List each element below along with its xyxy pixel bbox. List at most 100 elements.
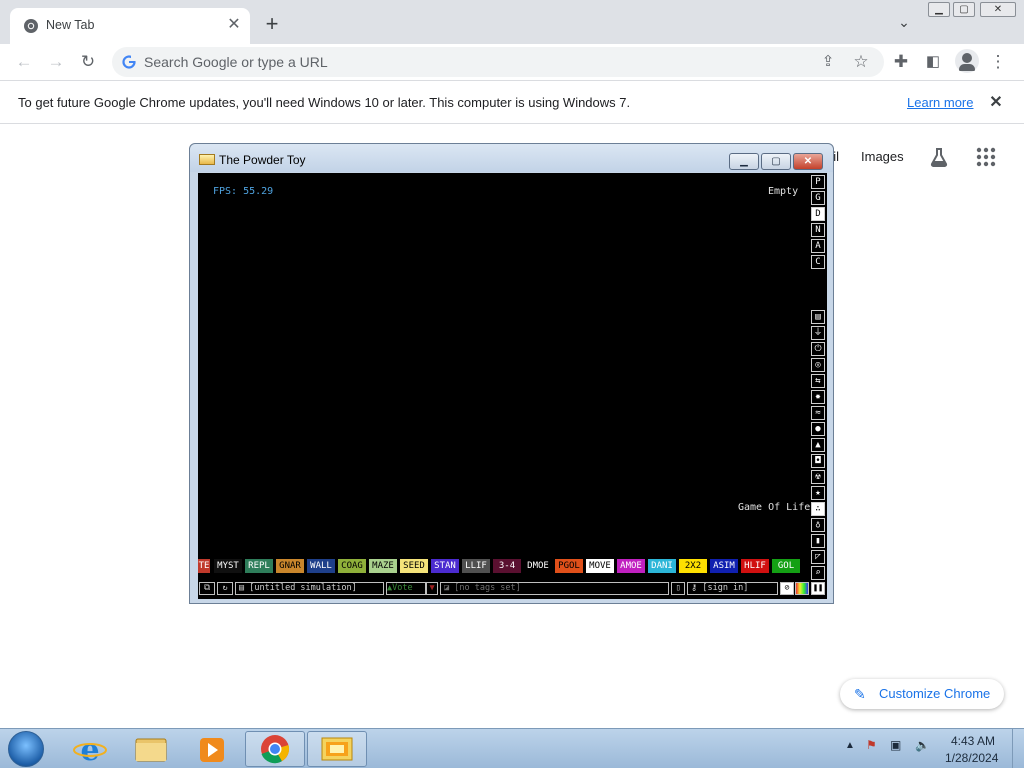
element-wall[interactable]: WALL — [307, 559, 335, 573]
element-hlif[interactable]: HLIF — [741, 559, 769, 573]
powder-toy-app-icon — [199, 154, 215, 165]
solid-icon[interactable]: ◘ — [811, 454, 825, 468]
clock-date[interactable]: 1/28/2024 — [945, 751, 998, 765]
learn-more-link[interactable]: Learn more — [907, 95, 973, 110]
powder-icon[interactable]: ▲ — [811, 438, 825, 452]
menu-kebab-icon[interactable]: ⋮ — [988, 52, 1008, 72]
forward-arrow-icon[interactable]: → — [46, 52, 66, 72]
pause-icon[interactable]: ❚❚ — [811, 582, 825, 595]
close-icon[interactable]: ✕ — [986, 92, 1006, 112]
liquid-icon[interactable]: ● — [811, 422, 825, 436]
explorer-icon[interactable] — [121, 731, 181, 767]
powder-toy-icon[interactable] — [307, 731, 367, 767]
powder-toy-titlebar[interactable]: The Powder Toy ▁ ▢ ✕ — [190, 144, 833, 172]
menu-letter-c[interactable]: C — [811, 255, 825, 269]
google-icon — [122, 55, 136, 69]
labs-flask-icon[interactable] — [928, 146, 950, 168]
element-te[interactable]: TE — [198, 559, 210, 573]
sign-in-button[interactable]: ⚷ [sign in] — [687, 582, 778, 595]
share-icon[interactable]: ⇪ — [818, 52, 838, 72]
element-gol[interactable]: GOL — [772, 559, 800, 573]
close-icon[interactable]: ✕ — [793, 153, 823, 170]
element-maze[interactable]: MAZE — [369, 559, 397, 573]
vote-up-button[interactable]: ▲Vote — [386, 582, 426, 595]
radioactive-icon[interactable]: ☢ — [811, 470, 825, 484]
address-bar[interactable]: Search Google or type a URL ⇪ ☆ — [112, 47, 884, 77]
customize-chrome-button[interactable]: ✎ Customize Chrome — [840, 679, 1004, 709]
chrome-icon[interactable] — [245, 731, 305, 767]
sensor-icon[interactable]: ◎ — [811, 358, 825, 372]
star-icon[interactable]: ☆ — [851, 52, 871, 72]
element-dmoe[interactable]: DMOE — [524, 559, 552, 573]
network-icon[interactable]: ▣ — [890, 738, 901, 752]
maximize-icon[interactable]: ▢ — [761, 153, 791, 170]
chevron-down-icon[interactable]: ⌄ — [894, 14, 914, 34]
clock-time[interactable]: 4:43 AM — [951, 734, 995, 748]
element-amoe[interactable]: AMOE — [617, 559, 645, 573]
settings-icon[interactable]: ⊘ — [780, 582, 794, 595]
menu-letter-n[interactable]: N — [811, 223, 825, 237]
show-desktop-button[interactable] — [1012, 729, 1024, 768]
action-center-icon[interactable]: ⚑ — [866, 738, 877, 752]
powder-toy-title: The Powder Toy — [219, 153, 306, 167]
display-mode-icon[interactable] — [795, 582, 809, 595]
reload-icon[interactable]: ↻ — [217, 582, 233, 595]
menu-letter-g[interactable]: G — [811, 191, 825, 205]
force-icon[interactable]: ⇆ — [811, 374, 825, 388]
vote-down-button[interactable]: ▼ — [426, 582, 438, 595]
element-coag[interactable]: COAG — [338, 559, 366, 573]
media-player-icon[interactable] — [182, 731, 242, 767]
volume-muted-icon[interactable]: 🔈 — [915, 738, 930, 752]
menu-letter-a[interactable]: A — [811, 239, 825, 253]
back-arrow-icon[interactable]: ← — [14, 52, 34, 72]
vote-label: Vote — [392, 583, 413, 593]
start-button[interactable] — [8, 731, 44, 767]
element-llif[interactable]: LLIF — [462, 559, 490, 573]
search-icon[interactable]: ⌕ — [811, 566, 825, 580]
minimize-icon[interactable]: ▁ — [729, 153, 759, 170]
special-icon[interactable]: ★ — [811, 486, 825, 500]
explosive-icon[interactable]: ✸ — [811, 390, 825, 404]
element-pgol[interactable]: PGOL — [555, 559, 583, 573]
close-icon[interactable]: ✕ — [224, 15, 244, 35]
decoration-icon[interactable]: ◸ — [811, 550, 825, 564]
element-gnar[interactable]: GNAR — [276, 559, 304, 573]
new-simulation-icon[interactable]: ▯ — [671, 582, 685, 595]
apps-grid-icon[interactable] — [975, 146, 997, 168]
profile-avatar[interactable] — [955, 49, 979, 73]
side-panel-icon[interactable]: ◧ — [923, 52, 943, 72]
element-3-4[interactable]: 3-4 — [493, 559, 521, 573]
wall-icon[interactable]: ▤ — [811, 310, 825, 324]
tags-button[interactable]: ◪ [no tags set] — [440, 582, 669, 595]
element-2x2[interactable]: 2X2 — [679, 559, 707, 573]
electronics-icon[interactable]: ⏚ — [811, 326, 825, 340]
element-move[interactable]: MOVE — [586, 559, 614, 573]
tools-icon[interactable]: ♁ — [811, 518, 825, 532]
element-myst[interactable]: MYST — [214, 559, 242, 573]
life-icon[interactable]: ∴ — [811, 502, 825, 516]
save-simulation-button[interactable]: ▤ [untitled simulation] — [235, 582, 384, 595]
tray-expand-icon[interactable]: ▲ — [845, 740, 855, 751]
element-stan[interactable]: STAN — [431, 559, 459, 573]
open-save-icon[interactable]: ⧉ — [199, 582, 215, 595]
images-link[interactable]: Images — [861, 149, 904, 164]
close-window-icon[interactable]: ✕ — [980, 2, 1016, 17]
favorites-icon[interactable]: ▮ — [811, 534, 825, 548]
element-dani[interactable]: DANI — [648, 559, 676, 573]
reload-icon[interactable]: ↻ — [78, 52, 98, 72]
extensions-icon[interactable]: ✚ — [891, 52, 911, 72]
menu-letter-p[interactable]: P — [811, 175, 825, 189]
plus-icon[interactable]: + — [260, 13, 284, 37]
gas-icon[interactable]: ≈ — [811, 406, 825, 420]
minimize-icon[interactable]: ▁ — [928, 2, 950, 17]
element-repl[interactable]: REPL — [245, 559, 273, 573]
ie-icon[interactable]: e — [60, 731, 120, 768]
maximize-icon[interactable]: ▢ — [953, 2, 975, 17]
search-input[interactable]: Search Google or type a URL — [144, 54, 328, 70]
simulation-canvas[interactable]: FPS: 55.29 Empty Game Of Life P G D N A … — [198, 173, 827, 599]
tab-new-tab[interactable]: New Tab ✕ — [10, 8, 250, 44]
menu-letter-d[interactable]: D — [811, 207, 825, 221]
powered-icon[interactable]: ⏻ — [811, 342, 825, 356]
element-asim[interactable]: ASIM — [710, 559, 738, 573]
element-seed[interactable]: SEED — [400, 559, 428, 573]
